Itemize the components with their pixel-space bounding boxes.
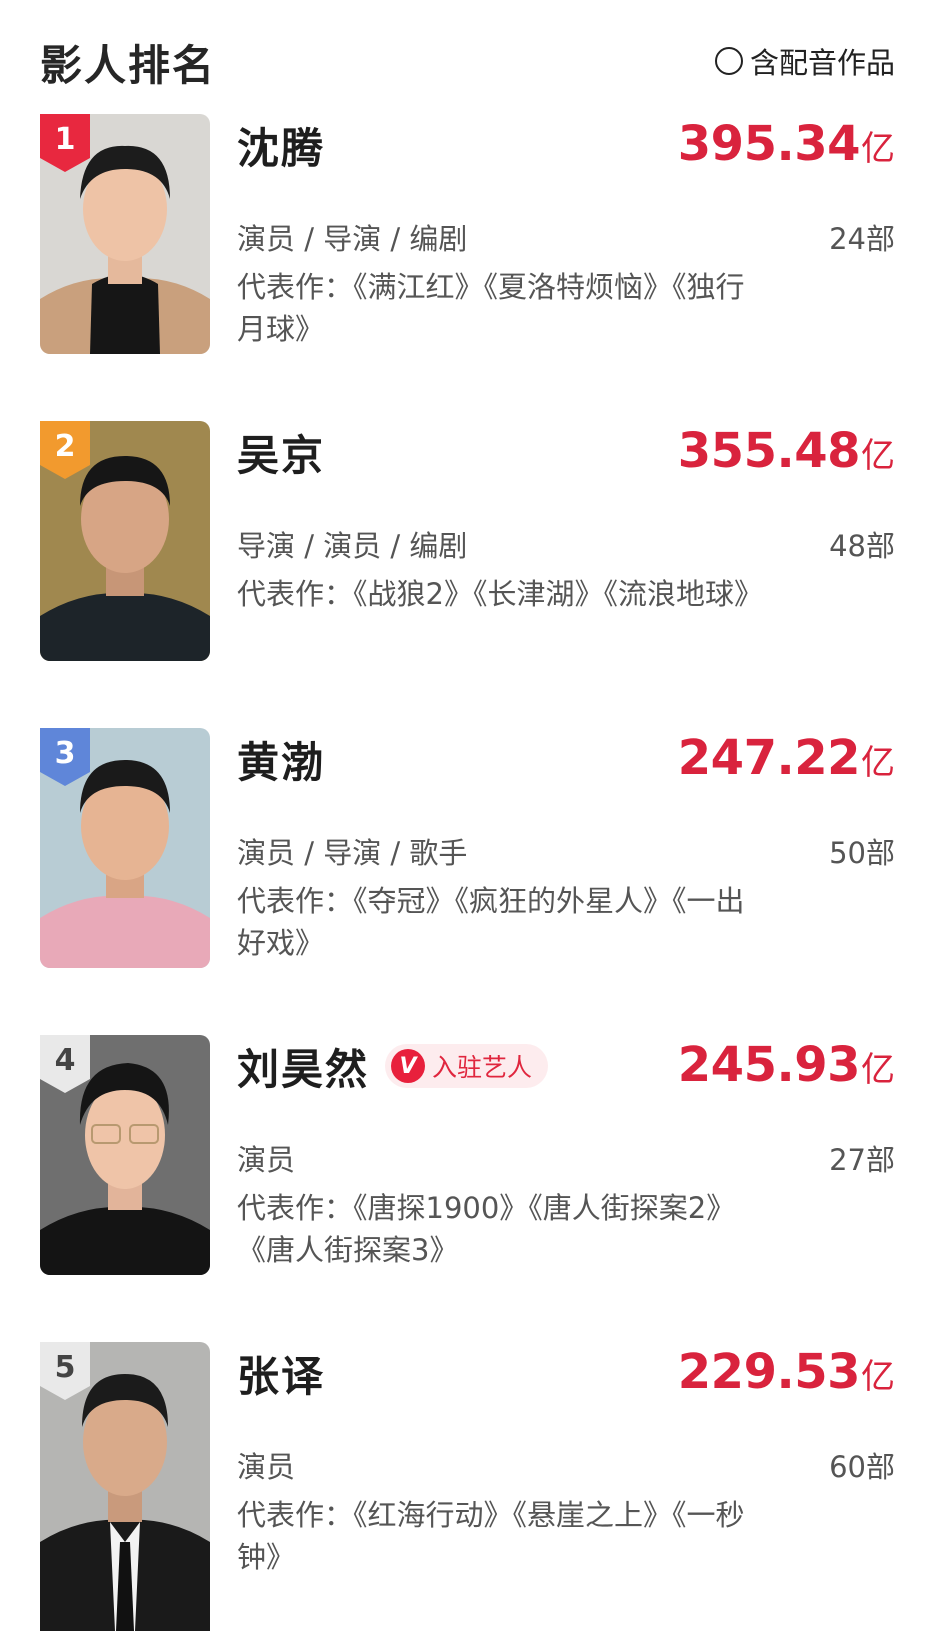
name-line: 吴京 bbox=[237, 427, 325, 480]
rank-number: 2 bbox=[54, 429, 76, 464]
actor-ranking-page: 影人排名 含配音作品 1 沈腾 395.34 亿 演员 / 导演 / 编剧 24… bbox=[0, 0, 935, 1631]
boxoffice-value: 395.34 bbox=[677, 116, 861, 172]
film-count: 24部 bbox=[829, 222, 895, 256]
film-count: 60部 bbox=[829, 1450, 895, 1484]
boxoffice: 355.48 亿 bbox=[678, 423, 895, 479]
rank-number: 3 bbox=[54, 736, 76, 771]
representative-works: 代表作：《满江红》《夏洛特烦恼》《独行月球》 bbox=[237, 270, 745, 346]
person-roles: 演员 bbox=[237, 1450, 296, 1484]
representative-works: 代表作：《夺冠》《疯狂的外星人》《一出好戏》 bbox=[237, 884, 745, 960]
boxoffice-unit: 亿 bbox=[861, 743, 895, 783]
film-count: 50部 bbox=[829, 836, 895, 870]
person-name: 张译 bbox=[237, 1351, 326, 1401]
boxoffice-unit: 亿 bbox=[861, 1357, 895, 1397]
representative-works: 代表作：《唐探1900》《唐人街探案2》《唐人街探案3》 bbox=[237, 1191, 736, 1267]
person-roles: 导演 / 演员 / 编剧 bbox=[237, 529, 468, 563]
boxoffice-value: 355.48 bbox=[677, 423, 861, 479]
film-count: 48部 bbox=[829, 529, 895, 563]
rank-badge: 1 bbox=[40, 114, 90, 172]
rank-badge: 4 bbox=[40, 1035, 90, 1093]
boxoffice: 229.53 亿 bbox=[678, 1344, 895, 1400]
header: 影人排名 含配音作品 bbox=[40, 28, 895, 90]
boxoffice-unit: 亿 bbox=[861, 129, 895, 169]
person-roles: 演员 / 导演 / 编剧 bbox=[237, 222, 468, 256]
radio-circle-icon[interactable] bbox=[714, 47, 743, 75]
rank-badge: 3 bbox=[40, 728, 90, 786]
boxoffice-value: 247.22 bbox=[677, 730, 861, 786]
boxoffice-unit: 亿 bbox=[861, 436, 895, 476]
boxoffice: 395.34 亿 bbox=[678, 116, 895, 172]
boxoffice: 245.93 亿 bbox=[678, 1037, 895, 1093]
boxoffice-unit: 亿 bbox=[861, 1050, 895, 1090]
boxoffice: 247.22 亿 bbox=[678, 730, 895, 786]
person-name: 沈腾 bbox=[237, 123, 326, 173]
representative-works: 代表作：《红海行动》《悬崖之上》《一秒钟》 bbox=[237, 1498, 745, 1574]
ranking-row[interactable]: 4 刘昊然 V 入驻艺人 245.93 亿 演员 27部 代表作：《唐探1900… bbox=[0, 1035, 935, 1275]
page-title: 影人排名 bbox=[40, 41, 217, 90]
representative-works: 代表作：《战狼2》《长津湖》《流浪地球》 bbox=[237, 577, 763, 611]
boxoffice-value: 245.93 bbox=[677, 1037, 861, 1093]
ranking-row[interactable]: 3 黄渤 247.22 亿 演员 / 导演 / 歌手 50部 代表作：《夺冠》《… bbox=[0, 728, 935, 968]
verified-v-icon: V bbox=[391, 1049, 426, 1083]
person-name: 吴京 bbox=[237, 430, 326, 480]
person-roles: 演员 bbox=[237, 1143, 296, 1177]
person-name: 刘昊然 bbox=[237, 1044, 370, 1094]
film-count: 27部 bbox=[829, 1143, 895, 1177]
rank-badge: 5 bbox=[40, 1342, 90, 1400]
rank-number: 1 bbox=[54, 122, 76, 157]
include-dubbing-label: 含配音作品 bbox=[749, 46, 895, 80]
person-name: 黄渤 bbox=[237, 737, 326, 787]
verified-artist-label: 入驻艺人 bbox=[432, 1053, 533, 1082]
name-line: 张译 bbox=[237, 1348, 325, 1401]
include-dubbing-toggle[interactable]: 含配音作品 bbox=[714, 40, 895, 82]
rank-number: 4 bbox=[54, 1043, 76, 1078]
ranking-row[interactable]: 2 吴京 355.48 亿 导演 / 演员 / 编剧 48部 代表作：《战狼2》… bbox=[0, 421, 935, 661]
name-line: 刘昊然 V 入驻艺人 bbox=[237, 1041, 549, 1094]
rank-badge: 2 bbox=[40, 421, 90, 479]
verified-artist-tag[interactable]: V 入驻艺人 bbox=[385, 1044, 549, 1088]
boxoffice-value: 229.53 bbox=[677, 1344, 861, 1400]
ranking-row[interactable]: 1 沈腾 395.34 亿 演员 / 导演 / 编剧 24部 代表作：《满江红》… bbox=[0, 114, 935, 354]
person-roles: 演员 / 导演 / 歌手 bbox=[237, 836, 468, 870]
rank-number: 5 bbox=[54, 1350, 76, 1385]
name-line: 黄渤 bbox=[237, 734, 325, 787]
name-line: 沈腾 bbox=[237, 120, 325, 173]
ranking-row[interactable]: 5 张译 229.53 亿 演员 60部 代表作：《红海行动》《悬崖之上》《一秒… bbox=[0, 1342, 935, 1631]
